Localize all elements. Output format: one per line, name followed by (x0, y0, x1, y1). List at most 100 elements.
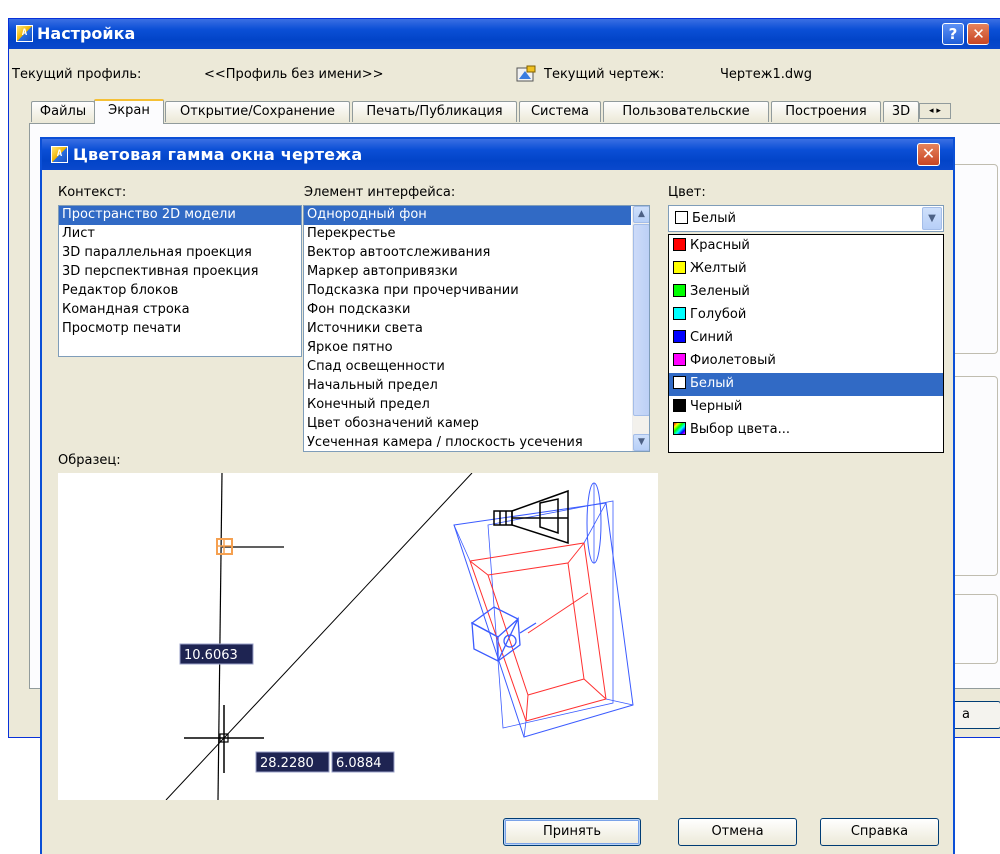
tab-plot-publish[interactable]: Печать/Публикация (352, 101, 517, 122)
tab-open-save[interactable]: Открытие/Сохранение (165, 101, 350, 122)
context-item[interactable]: Редактор блоков (59, 282, 301, 301)
interface-element-item[interactable]: Подсказка при прочерчивании (304, 282, 631, 301)
autocad-app-icon: A (16, 25, 33, 42)
interface-element-item[interactable]: Цвет обозначений камер (304, 415, 631, 434)
interface-element-item[interactable]: Маркер автопривязки (304, 263, 631, 282)
color-swatch (673, 307, 686, 320)
scroll-down-icon[interactable]: ▼ (633, 434, 649, 451)
color-palette-icon (673, 422, 686, 435)
chevron-down-icon[interactable]: ▼ (922, 207, 942, 230)
color-swatch (673, 399, 686, 412)
color-swatch (673, 376, 686, 389)
accept-button[interactable]: Принять (503, 818, 641, 846)
options-title: Настройка (37, 24, 136, 43)
context-item[interactable]: Пространство 2D модели (59, 206, 301, 225)
drawing-label: Текущий чертеж: (544, 67, 665, 82)
background-group (948, 594, 998, 664)
color-option-label: Голубой (690, 307, 747, 322)
profile-label: Текущий профиль: (12, 67, 142, 82)
camera-icon (470, 606, 537, 663)
color-dropdown: Красный Желтый Зеленый Голубой Синий Фио… (668, 234, 944, 453)
drawing-line (217, 473, 223, 800)
interface-element-item[interactable]: Фон подсказки (304, 301, 631, 320)
color-label: Цвет: (668, 185, 706, 200)
color-combo[interactable]: Белый ▼ (668, 205, 944, 232)
color-swatch (675, 211, 688, 224)
profile-row: Текущий профиль: <<Профиль без имени>> Т… (9, 65, 1000, 85)
color-option-blue[interactable]: Синий (669, 327, 943, 350)
context-item[interactable]: 3D параллельная проекция (59, 244, 301, 263)
interface-element-item[interactable]: Однородный фон (304, 206, 631, 225)
sample-preview-drawing: 10.6063 28.2280 6.0884 (165, 473, 634, 800)
colors-title-bar[interactable]: A Цветовая гамма окна чертежа ✕ (42, 139, 953, 170)
cancel-button[interactable]: Отмена (678, 818, 797, 846)
color-option-label: Белый (690, 376, 734, 391)
color-option-yellow[interactable]: Желтый (669, 258, 943, 281)
tab-user-preferences[interactable]: Пользовательские (603, 101, 769, 122)
tab-scroll-arrows[interactable]: ◂ ▸ (919, 103, 951, 119)
sample-label: Образец: (58, 453, 121, 468)
interface-element-item[interactable]: Перекрестье (304, 225, 631, 244)
options-title-bar[interactable]: A Настройка ? ✕ (9, 19, 1000, 49)
distance-tooltip: 10.6063 (184, 648, 238, 663)
tab-3d[interactable]: 3D (883, 101, 919, 122)
interface-element-label: Элемент интерфейса: (304, 185, 456, 200)
tab-display[interactable]: Экран (94, 99, 164, 124)
tab-drafting[interactable]: Построения (771, 101, 881, 122)
context-item[interactable]: 3D перспективная проекция (59, 263, 301, 282)
tab-system[interactable]: Система (519, 101, 601, 122)
colors-dialog-title: Цветовая гамма окна чертежа (73, 145, 363, 164)
context-listbox[interactable]: Пространство 2D модели Лист 3D параллель… (58, 205, 302, 357)
scroll-up-icon[interactable]: ▲ (633, 206, 649, 223)
color-swatch (673, 353, 686, 366)
interface-element-item[interactable]: Конечный предел (304, 396, 631, 415)
background-group (948, 376, 998, 576)
color-swatch (673, 330, 686, 343)
tab-files[interactable]: Файлы (31, 101, 95, 122)
color-option-label: Красный (690, 238, 750, 253)
interface-element-listbox[interactable]: Однородный фон Перекрестье Вектор автоот… (303, 205, 650, 452)
color-option-label: Выбор цвета... (690, 422, 790, 437)
interface-element-item[interactable]: Яркое пятно (304, 339, 631, 358)
scroll-thumb[interactable] (633, 224, 649, 416)
color-option-select-color[interactable]: Выбор цвета... (669, 419, 943, 442)
autocad-app-icon: A (51, 146, 68, 163)
interface-element-items: Однородный фон Перекрестье Вектор автоот… (304, 206, 631, 451)
color-swatch (673, 284, 686, 297)
color-swatch (673, 261, 686, 274)
interface-element-item[interactable]: Спад освещенности (304, 358, 631, 377)
interface-element-item[interactable]: Вектор автоотслеживания (304, 244, 631, 263)
context-item[interactable]: Просмотр печати (59, 320, 301, 339)
sample-preview: 10.6063 28.2280 6.0884 (58, 473, 658, 800)
help-icon[interactable]: ? (942, 23, 964, 45)
color-option-label: Фиолетовый (690, 353, 776, 368)
color-option-green[interactable]: Зеленый (669, 281, 943, 304)
interface-element-item[interactable]: Усеченная камера / плоскость усечения (304, 434, 631, 451)
background-group (948, 164, 998, 354)
color-option-label: Синий (690, 330, 733, 345)
interface-element-item[interactable]: Источники света (304, 320, 631, 339)
color-option-white[interactable]: Белый (669, 373, 943, 396)
close-icon[interactable]: ✕ (967, 23, 989, 45)
drawing-icon (516, 65, 536, 82)
profile-value: <<Профиль без имени>> (204, 67, 384, 82)
coordinate-tooltip-y: 6.0884 (336, 756, 382, 771)
context-label: Контекст: (58, 185, 127, 200)
color-option-black[interactable]: Черный (669, 396, 943, 419)
drawing-window-colors-dialog: A Цветовая гамма окна чертежа ✕ Контекст… (40, 137, 955, 854)
color-option-label: Зеленый (690, 284, 750, 299)
interface-element-scrollbar[interactable]: ▲ ▼ (632, 206, 649, 451)
options-tabs: Файлы Экран Открытие/Сохранение Печать/П… (31, 99, 1000, 124)
color-option-red[interactable]: Красный (669, 235, 943, 258)
interface-element-item[interactable]: Начальный предел (304, 377, 631, 396)
context-item[interactable]: Командная строка (59, 301, 301, 320)
color-combo-text: Белый (692, 211, 736, 226)
color-option-magenta[interactable]: Фиолетовый (669, 350, 943, 373)
color-option-cyan[interactable]: Голубой (669, 304, 943, 327)
color-combo-value: Белый (675, 211, 736, 226)
context-item[interactable]: Лист (59, 225, 301, 244)
color-option-label: Желтый (690, 261, 747, 276)
color-swatch (673, 238, 686, 251)
help-button[interactable]: Справка (820, 818, 939, 846)
close-icon[interactable]: ✕ (917, 143, 940, 166)
